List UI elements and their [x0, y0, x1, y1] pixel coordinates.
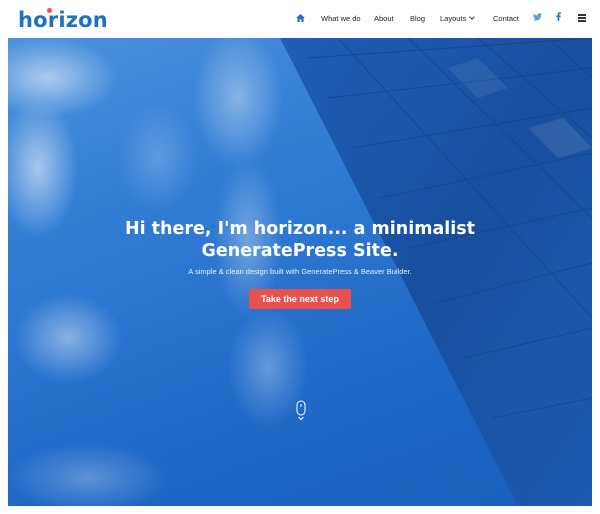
site-header: horizon What we do About Blog Layouts Co… — [0, 0, 600, 38]
home-icon[interactable] — [296, 14, 305, 22]
nav-item-contact[interactable]: Contact — [493, 13, 519, 25]
take-next-step-button[interactable]: Take the next step — [249, 289, 351, 309]
logo-text: horizon — [18, 8, 108, 32]
nav-item-layouts-label: Layouts — [440, 14, 467, 23]
logo-dot — [47, 8, 52, 13]
hero-title-line-2: GeneratePress Site. — [201, 241, 399, 261]
nav-item-about[interactable]: About — [374, 13, 394, 25]
hero-subtitle: A simple & clean design built with Gener… — [188, 267, 412, 276]
hero-title: Hi there, I'm horizon... a minimalist Ge… — [8, 218, 592, 262]
twitter-icon[interactable] — [533, 12, 542, 24]
nav-item-what-we-do[interactable]: What we do — [321, 13, 361, 25]
menu-icon[interactable] — [578, 14, 586, 22]
hero-content: Hi there, I'm horizon... a minimalist Ge… — [8, 218, 592, 309]
hero-title-line-1: Hi there, I'm horizon... a minimalist — [124, 219, 476, 239]
site-logo[interactable]: horizon — [18, 7, 108, 33]
scroll-down-icon[interactable] — [296, 400, 306, 422]
facebook-icon[interactable] — [556, 12, 561, 24]
nav-item-layouts[interactable]: Layouts — [440, 13, 476, 25]
chevron-down-icon — [469, 14, 476, 20]
nav-item-blog[interactable]: Blog — [410, 13, 425, 25]
hero-section: Hi there, I'm horizon... a minimalist Ge… — [8, 38, 592, 506]
